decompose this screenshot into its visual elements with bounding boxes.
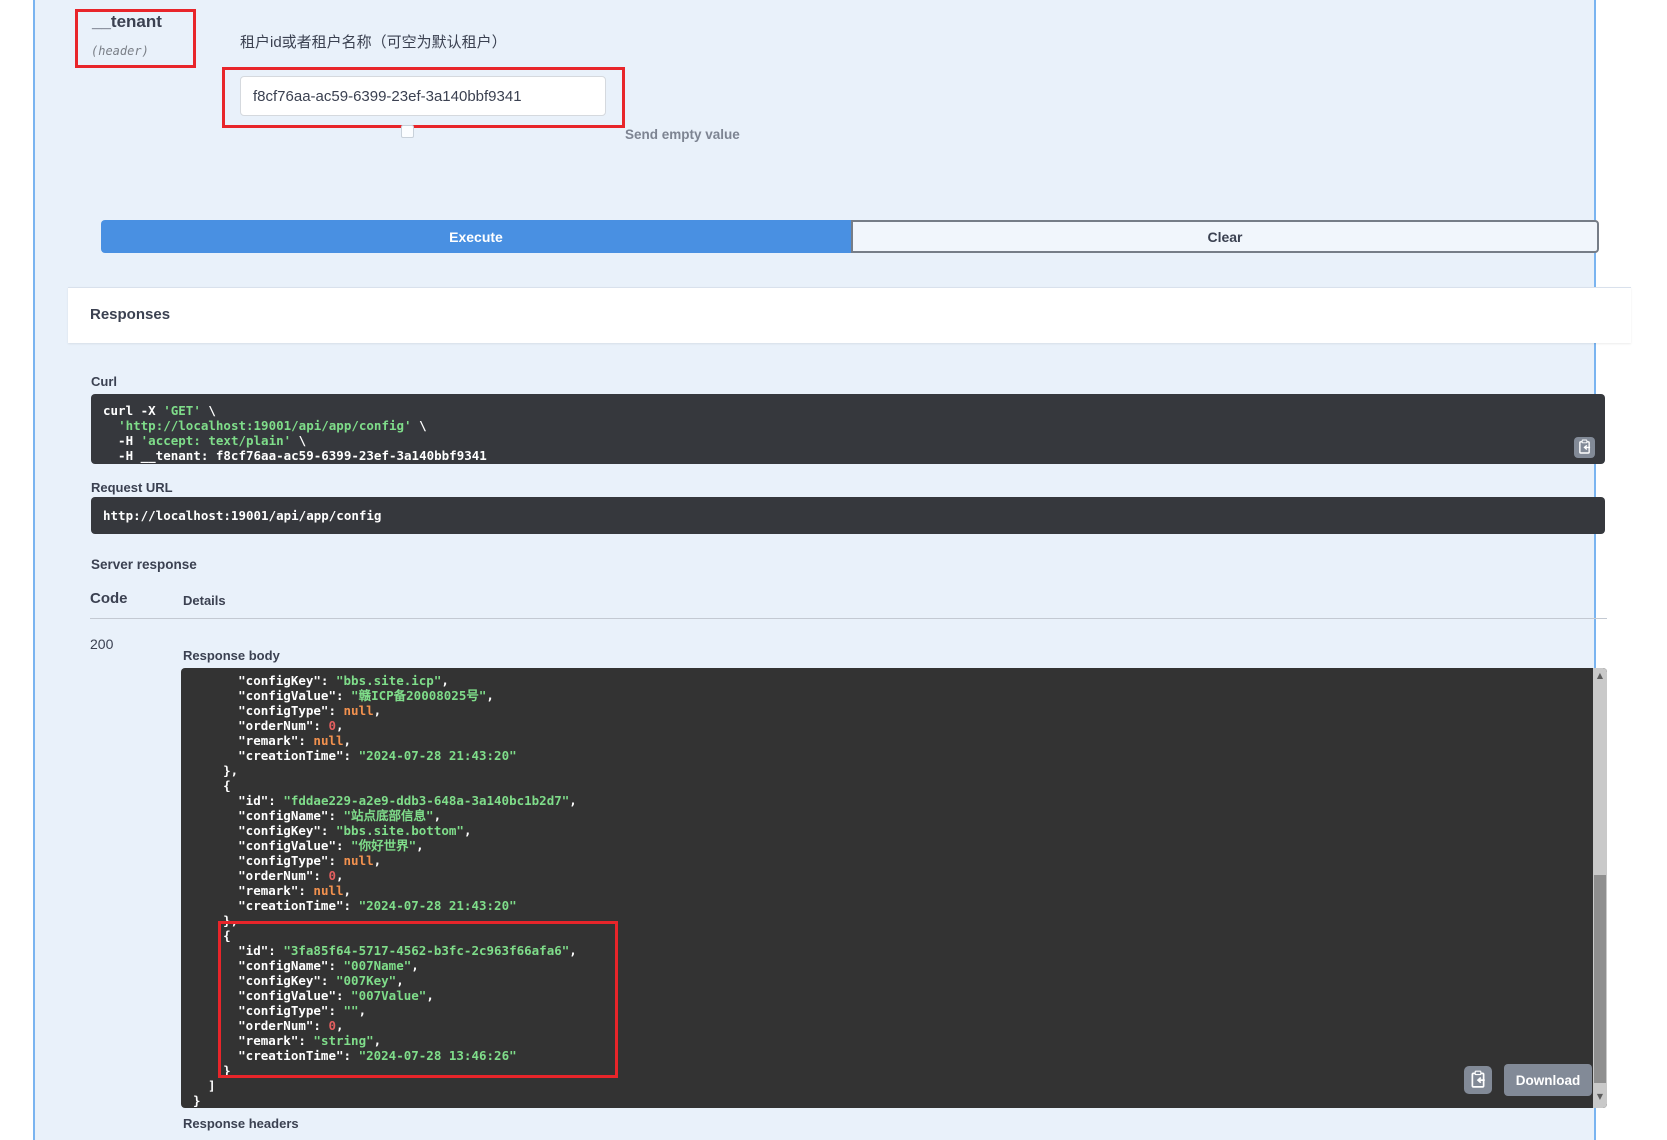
send-empty-value-checkbox[interactable] [401,125,414,138]
code-line: "id": "fddae229-a2e9-ddb3-648a-3a140bc1b… [193,793,1593,808]
code-line: "configType": null, [193,703,1593,718]
code-line: "configType": null, [193,853,1593,868]
execute-button[interactable]: Execute [101,220,851,253]
response-copy-button[interactable] [1464,1066,1492,1094]
code-line: "configValue": "赣ICP备20008025号", [193,688,1593,703]
code-line: "configValue": "你好世界", [193,838,1593,853]
code-line: "configKey": "bbs.site.icp", [193,673,1593,688]
download-button[interactable]: Download [1504,1064,1592,1096]
responses-title: Responses [90,306,170,323]
responses-section-header [68,287,1631,343]
opblock-get-config: __tenant (header) 租户id或者租户名称（可空为默认租户） Se… [33,0,1596,1140]
scroll-down-icon[interactable]: ▼ [1593,1089,1607,1104]
annotation-box-parameter-name [75,9,196,68]
code-line: "orderNum": 0, [193,868,1593,883]
curl-command-box: curl -X 'GET' \ 'http://localhost:19001/… [91,394,1605,464]
response-body-label: Response body [183,648,280,663]
code-line: "configName": "站点底部信息", [193,808,1593,823]
curl-code: curl -X 'GET' \ 'http://localhost:19001/… [103,403,1593,463]
parameter-description: 租户id或者租户名称（可空为默认租户） [240,31,507,52]
code-line: "orderNum": 0, [193,718,1593,733]
clear-button[interactable]: Clear [851,220,1599,253]
details-column-header: Details [183,593,226,608]
request-url-box: http://localhost:19001/api/app/config [91,497,1605,534]
request-url-label: Request URL [91,480,173,495]
request-url-value: http://localhost:19001/api/app/config [103,508,1593,523]
annotation-box-tenant-input [222,67,625,128]
status-code: 200 [90,636,113,652]
code-line: -H __tenant: f8cf76aa-ac59-6399-23ef-3a1… [103,448,1593,463]
code-line: "remark": null, [193,733,1593,748]
swagger-page: __tenant (header) 租户id或者租户名称（可空为默认租户） Se… [0,0,1667,1140]
send-empty-value-label: Send empty value [625,127,740,142]
code-line: "creationTime": "2024-07-28 21:43:20" [193,748,1593,763]
server-response-label: Server response [91,557,197,572]
scroll-up-icon[interactable]: ▲ [1593,668,1607,683]
curl-label: Curl [91,374,117,389]
clipboard-icon [1578,439,1591,457]
code-line: -H 'accept: text/plain' \ [103,433,1593,448]
response-scrollbar-thumb[interactable] [1594,875,1606,1083]
response-body-box: "configKey": "bbs.site.icp", "configValu… [181,668,1607,1108]
response-headers-label: Response headers [183,1116,299,1131]
code-line: } [193,1093,1593,1108]
code-line: "remark": null, [193,883,1593,898]
code-line: curl -X 'GET' \ [103,403,1593,418]
clipboard-icon [1470,1070,1486,1091]
code-line: "configKey": "bbs.site.bottom", [193,823,1593,838]
curl-copy-button[interactable] [1574,437,1595,458]
response-body-scrollbar[interactable]: ▲ ▼ [1593,668,1607,1108]
annotation-box-json-object [218,921,618,1078]
code-line: 'http://localhost:19001/api/app/config' … [103,418,1593,433]
code-column-header: Code [90,590,128,607]
code-line: }, [193,763,1593,778]
code-line: { [193,778,1593,793]
code-line: ] [193,1078,1593,1093]
code-line: "creationTime": "2024-07-28 21:43:20" [193,898,1593,913]
table-divider [90,618,1607,619]
